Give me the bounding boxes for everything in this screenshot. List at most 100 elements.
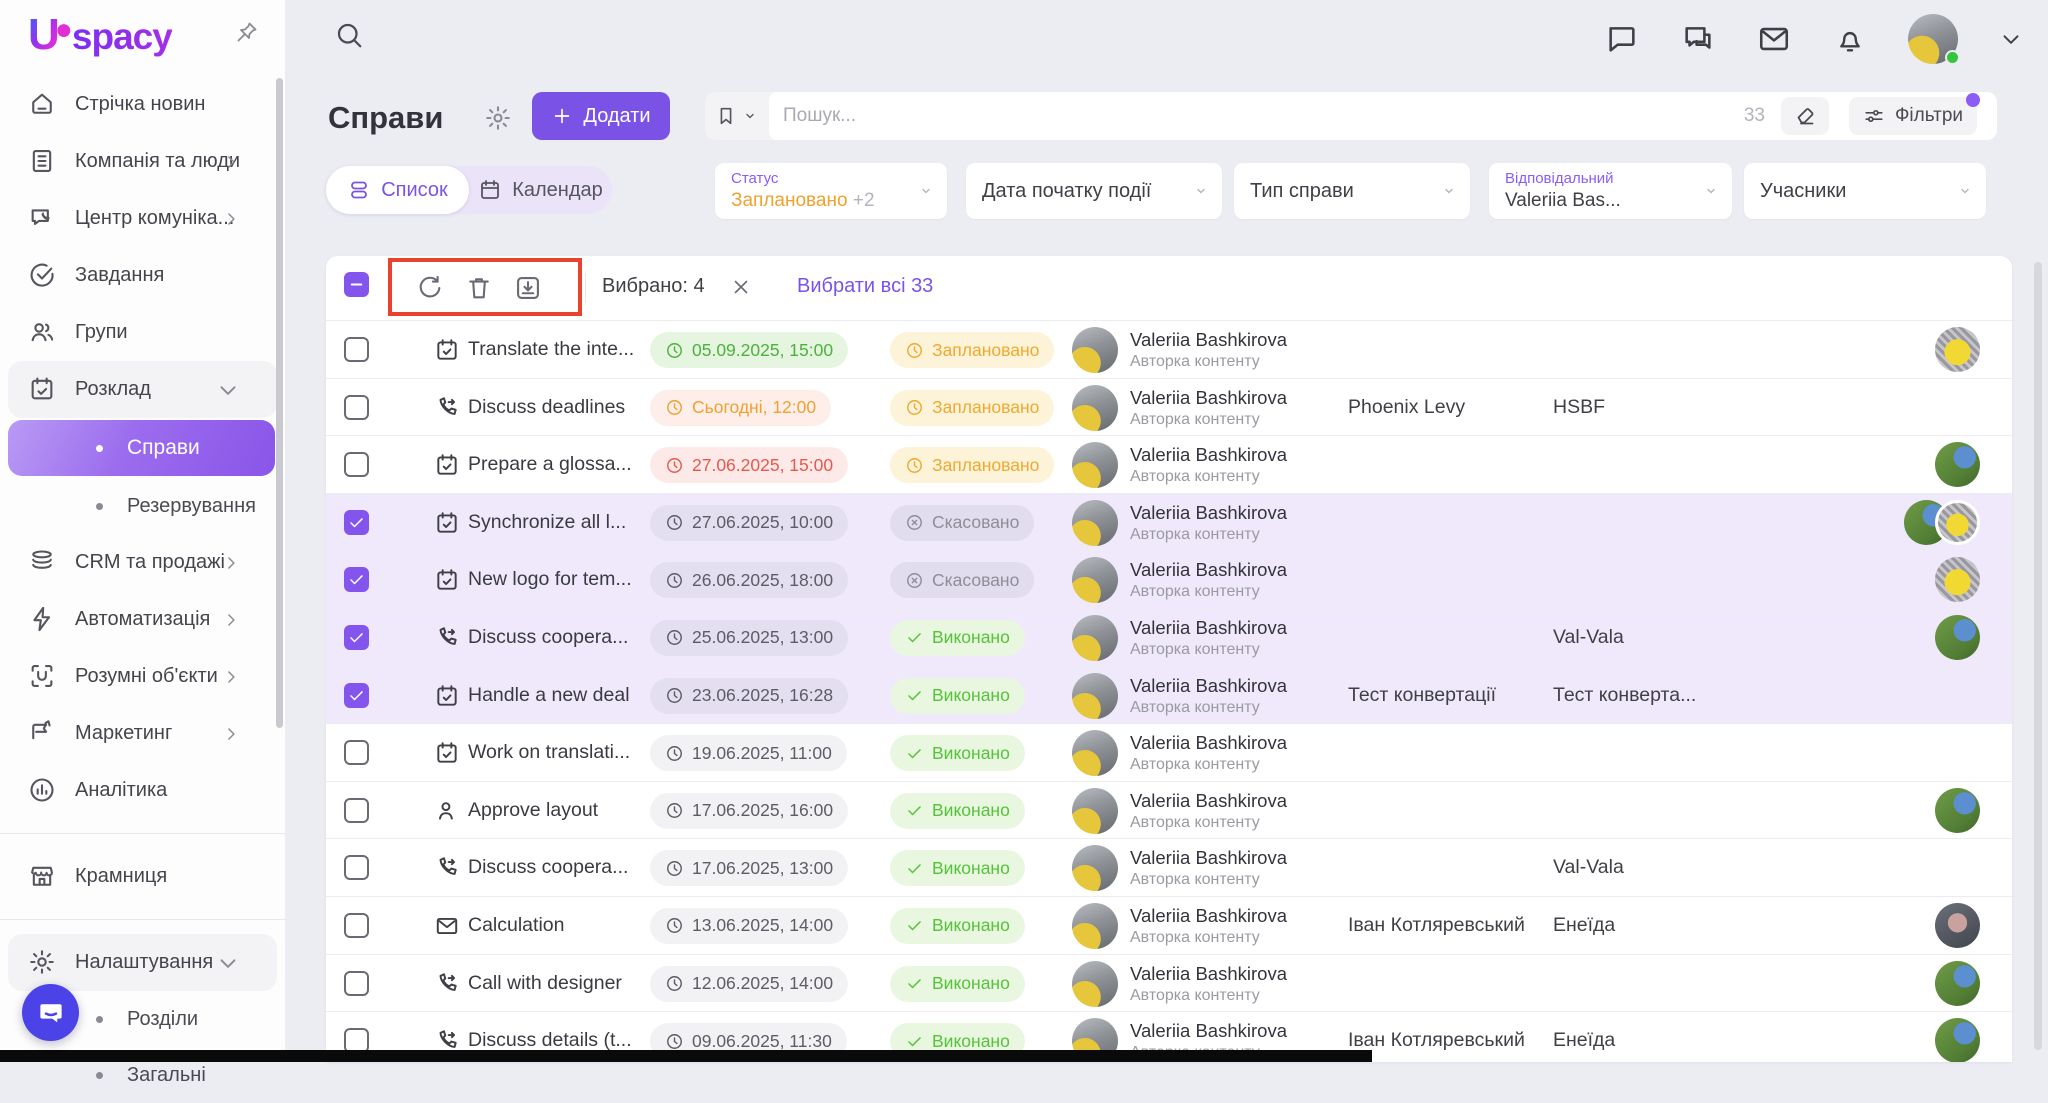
table-row[interactable]: Approve layout 17.06.2025, 16:00 Виконан… (326, 781, 2012, 839)
row-checkbox[interactable] (344, 855, 369, 880)
filter-учасники[interactable]: Учасники (1744, 163, 1986, 219)
sidebar-item-marketing[interactable]: Маркетинг (0, 705, 285, 762)
row-checkbox[interactable] (344, 625, 369, 650)
sidebar-scrollbar[interactable] (276, 78, 283, 728)
add-button[interactable]: Додати (532, 92, 670, 140)
participant-avatar[interactable] (1935, 442, 1980, 487)
sidebar-item-sub[interactable]: Справи (8, 420, 275, 476)
participant-avatar[interactable] (1935, 788, 1980, 833)
participant-avatar[interactable] (1935, 961, 1980, 1006)
participant-avatar[interactable] (1935, 557, 1980, 602)
author-avatar[interactable] (1072, 845, 1118, 891)
bell-icon[interactable] (1832, 21, 1868, 57)
row-checkbox[interactable] (344, 971, 369, 996)
table-row[interactable]: Translate the inte... 05.09.2025, 15:00 … (326, 320, 2012, 378)
author-avatar[interactable] (1072, 500, 1118, 546)
row-checkbox[interactable] (344, 913, 369, 938)
sidebar-item-schedule[interactable]: Розклад (8, 361, 277, 418)
sidebar-item-settings[interactable]: Налаштування (8, 934, 277, 991)
status-badge: Заплановано (890, 447, 1054, 483)
filter-тип-справи[interactable]: Тип справи (1234, 163, 1470, 219)
sidebar-item-home[interactable]: Стрічка новин (0, 76, 285, 133)
sidebar-item-automation[interactable]: Автоматизація (0, 591, 285, 648)
author-role: Авторка контенту (1130, 353, 1287, 371)
row-checkbox[interactable] (344, 798, 369, 823)
participant-avatar[interactable] (1935, 500, 1980, 545)
sidebar-item-company[interactable]: Компанія та люди (0, 133, 285, 190)
sidebar-item-sub[interactable]: Резервування (0, 478, 285, 534)
tab-calendar[interactable]: Календар (469, 166, 612, 214)
search-input[interactable] (783, 105, 1734, 127)
table-row[interactable]: Discuss coopera... 25.06.2025, 13:00 Вик… (326, 608, 2012, 666)
sidebar-item-comm[interactable]: Центр комуніка... (0, 190, 285, 247)
main-scrollbar[interactable] (2034, 262, 2042, 1050)
select-all-checkbox[interactable] (344, 272, 369, 297)
filters-button[interactable]: Фільтри (1849, 97, 1977, 135)
author-avatar[interactable] (1072, 961, 1118, 1007)
author-avatar[interactable] (1072, 557, 1118, 603)
sidebar-item-groups[interactable]: Групи (0, 304, 285, 361)
participant-avatar[interactable] (1935, 615, 1980, 660)
uspacy-logo[interactable]: U●spacy (28, 10, 172, 60)
sidebar-item-smart[interactable]: Розумні об'єкти (0, 648, 285, 705)
table-row[interactable]: Synchronize all l... 27.06.2025, 10:00 С… (326, 493, 2012, 551)
sidebar-divider (0, 919, 285, 920)
selected-count: Вибрано: 4 (602, 275, 705, 298)
user-avatar[interactable] (1908, 14, 1958, 64)
author-avatar[interactable] (1072, 327, 1118, 373)
profile-chevron-down-icon[interactable] (1998, 21, 2024, 57)
bulk-delete-button[interactable] (465, 274, 493, 302)
row-checkbox[interactable] (344, 337, 369, 362)
groups-icon (28, 318, 58, 348)
row-checkbox[interactable] (344, 452, 369, 477)
filter-статус[interactable]: Статус Заплановано +2 (715, 163, 947, 219)
author-role: Авторка контенту (1130, 583, 1287, 601)
sidebar-item-crm[interactable]: CRM та продажі (0, 534, 285, 591)
clear-search-button[interactable] (1781, 97, 1829, 135)
row-checkbox[interactable] (344, 395, 369, 420)
intercom-chat-button[interactable] (22, 984, 79, 1041)
participant-avatar[interactable] (1935, 1018, 1980, 1062)
row-checkbox[interactable] (344, 683, 369, 708)
bulk-sync-button[interactable] (416, 274, 444, 302)
author-avatar[interactable] (1072, 673, 1118, 719)
author-avatar[interactable] (1072, 385, 1118, 431)
table-row[interactable]: Discuss coopera... 17.06.2025, 13:00 Вик… (326, 838, 2012, 896)
select-all-link[interactable]: Вибрати всі 33 (797, 275, 933, 298)
table-row[interactable]: Handle a new deal 23.06.2025, 16:28 Вико… (326, 666, 2012, 724)
table-row[interactable]: Work on translati... 19.06.2025, 11:00 В… (326, 723, 2012, 781)
table-row[interactable]: Calculation 13.06.2025, 14:00 Виконано V… (326, 896, 2012, 954)
filter-дата-початку-події[interactable]: Дата початку події (966, 163, 1222, 219)
author-avatar[interactable] (1072, 442, 1118, 488)
table-row[interactable]: Call with designer 12.06.2025, 14:00 Вик… (326, 954, 2012, 1012)
filter-відповідальний[interactable]: Відповідальний Valeriia Bas... (1489, 163, 1732, 219)
table-row[interactable]: New logo for tem... 26.06.2025, 18:00 Ск… (326, 550, 2012, 608)
sidebar-item-analytics[interactable]: Аналітика (0, 762, 285, 819)
global-search-icon[interactable] (334, 20, 364, 50)
chat-icon[interactable] (1604, 21, 1640, 57)
clear-selection-icon[interactable] (730, 276, 752, 298)
sidebar-item-shop[interactable]: Крамниця (0, 848, 285, 905)
author-avatar[interactable] (1072, 903, 1118, 949)
author-role: Авторка контенту (1130, 929, 1287, 947)
bulk-export-button[interactable] (514, 274, 542, 302)
pin-sidebar-icon[interactable] (235, 20, 259, 44)
page-settings-gear-icon[interactable] (484, 104, 512, 132)
task-title: Discuss deadlines (468, 396, 658, 419)
participant-avatar[interactable] (1935, 327, 1980, 372)
sidebar-item-tasks[interactable]: Завдання (0, 247, 285, 304)
row-checkbox[interactable] (344, 510, 369, 535)
participant-avatar[interactable] (1935, 903, 1980, 948)
row-checkbox[interactable] (344, 740, 369, 765)
author-avatar[interactable] (1072, 615, 1118, 661)
author-avatar[interactable] (1072, 730, 1118, 776)
mail-icon[interactable] (1756, 21, 1792, 57)
author-avatar[interactable] (1072, 788, 1118, 834)
table-row[interactable]: Discuss deadlines Сьогодні, 12:00 Заплан… (326, 378, 2012, 436)
tab-list[interactable]: Список (326, 166, 469, 214)
group-chats-icon[interactable] (1680, 21, 1716, 57)
row-checkbox[interactable] (344, 567, 369, 592)
author-name: Valeriia Bashkirova (1130, 847, 1287, 869)
saved-filters-button[interactable] (705, 92, 769, 140)
table-row[interactable]: Prepare a glossa... 27.06.2025, 15:00 За… (326, 435, 2012, 493)
